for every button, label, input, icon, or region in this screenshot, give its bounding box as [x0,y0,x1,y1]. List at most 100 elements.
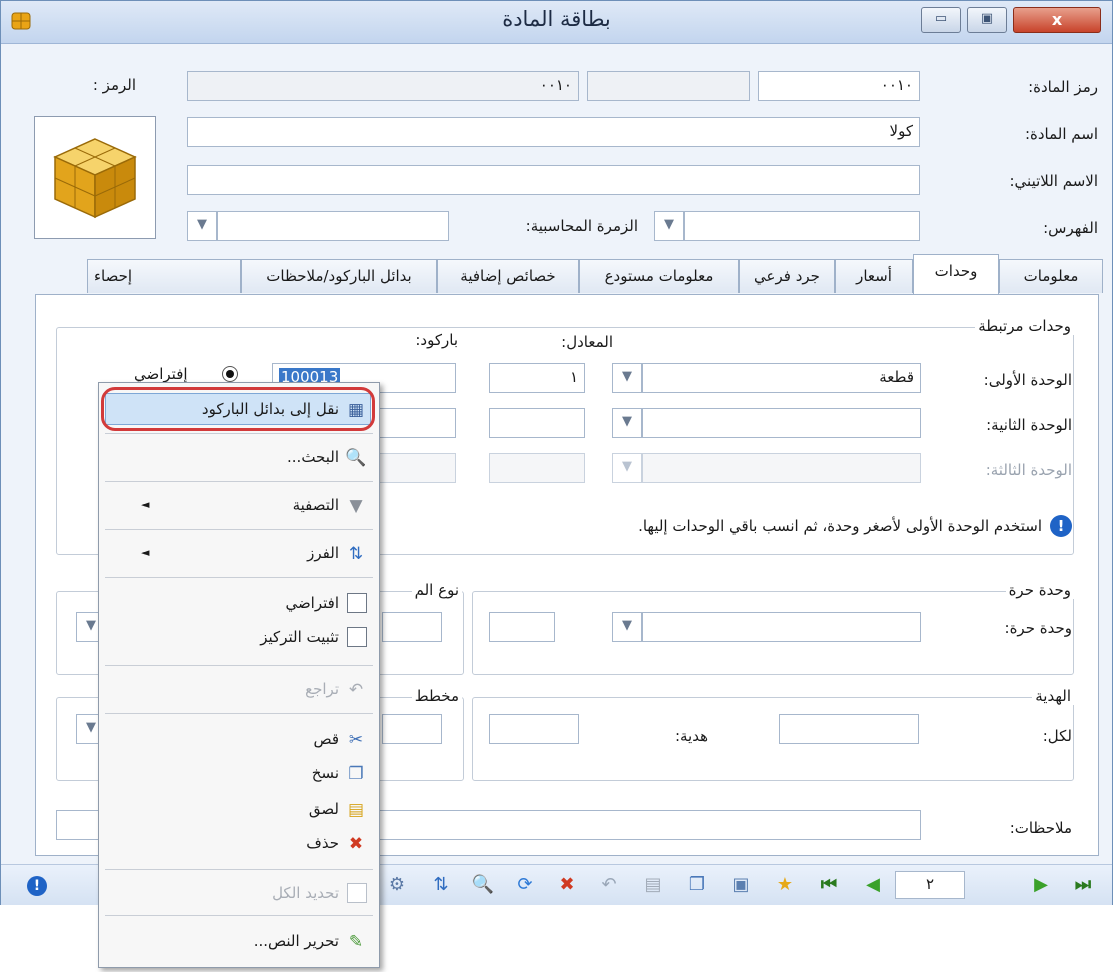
refresh-icon[interactable]: ⟳ [513,873,537,897]
menu-item-label: حذف [306,834,339,852]
menu-item-label: قص [313,730,339,748]
menu-item-filter[interactable]: ▼ التصفية ◄ [99,489,379,523]
close-icon: x [1051,10,1063,29]
last-record-icon[interactable]: ⏭ [1071,873,1095,897]
scissors-icon: ✂ [348,730,364,750]
notes-label: ملاحظات: [1009,819,1072,837]
undo-icon[interactable]: ↶ [597,873,621,897]
unit1-dropdown-button[interactable]: ▼ [612,363,642,393]
undo-icon: ↶ [348,680,364,700]
tab-prices[interactable]: أسعار [835,259,913,293]
menu-item-label: لصق [308,800,339,818]
sort-icon[interactable]: ⇅ [429,873,453,897]
menu-item-label: نسخ [311,764,339,782]
chevron-down-icon: ▼ [622,618,632,633]
code-label: رمز المادة: [1028,78,1098,96]
free-unit-label: وحدة حرة: [1004,619,1072,637]
symbol-label: الرمز : [92,76,136,94]
menu-item-move-to-barcode[interactable]: ▦ نقل إلى بدائل الباركود [99,387,379,431]
menu-separator [105,713,373,714]
index-label: الفهرس: [1043,219,1098,237]
copy-icon[interactable]: ❐ [685,873,709,897]
copy-icon: ❐ [348,764,364,784]
plan-field[interactable] [382,714,442,744]
free-unit-dropdown-button[interactable]: ▼ [612,612,642,642]
menu-item-label: تثبيت التركيز [260,628,339,646]
maximize-button[interactable]: ▣ [967,7,1007,33]
minimize-button[interactable]: ▭ [921,7,961,33]
code-secondary-field[interactable] [587,71,750,101]
edit-text-icon: ✎ [348,932,364,952]
free-unit-title: وحدة حرة [1005,581,1074,599]
tab-warehouse-info[interactable]: معلومات مستودع [579,259,739,293]
title-bar: بطاقة المادة ▭ ▣ x [1,1,1112,44]
gift-per-field[interactable] [779,714,919,744]
radio-dot [226,370,234,378]
menu-item-fix-focus[interactable]: تثبيت التركيز [99,621,379,655]
gift-field[interactable] [489,714,579,744]
unit1-equiv-field[interactable]: ١ [489,363,585,393]
account-group-field[interactable] [217,211,449,241]
menu-item-label: تراجع [305,680,339,698]
equiv-header: المعادل: [561,333,613,351]
menu-item-default[interactable]: افتراضي [99,587,379,621]
tab-barcode-alternatives[interactable]: بدائل الباركود/ملاحظات [241,259,437,293]
search-icon[interactable]: 🔍 [471,873,495,897]
first-record-icon[interactable]: ⏮ [817,873,841,897]
menu-item-cut[interactable]: ✂ قص [99,723,379,757]
name-field[interactable]: كولا [187,117,920,147]
info-icon: ! [1050,515,1072,537]
menu-item-paste[interactable]: ▤ لصق [99,793,379,827]
unit2-label: الوحدة الثانية: [986,416,1072,434]
status-info-icon[interactable]: ! [25,873,49,897]
code-field[interactable]: ٠٠١٠ [758,71,920,101]
favorite-star-icon[interactable]: ★ [773,873,797,897]
code2-field[interactable]: ٠٠١٠ [187,71,579,101]
free-unit-qty-field[interactable] [489,612,555,642]
menu-item-delete[interactable]: ✖ حذف [99,827,379,861]
tab-info[interactable]: معلومات [999,259,1103,293]
unit3-equiv-field [489,453,585,483]
save-icon[interactable]: ▣ [729,873,753,897]
unit3-label: الوحدة الثالثة: [985,461,1072,479]
menu-item-search[interactable]: 🔍 البحث... [99,441,379,475]
settings-gear-icon[interactable]: ⚙ [385,873,409,897]
account-group-dropdown-button[interactable]: ▼ [187,211,217,241]
unit1-label: الوحدة الأولى: [983,371,1072,389]
index-field[interactable] [684,211,920,241]
latin-name-field[interactable] [187,165,920,195]
previous-record-icon[interactable]: ◀ [861,873,885,897]
name-label: اسم المادة: [1024,125,1098,143]
maximize-icon: ▣ [980,11,994,26]
free-unit-field[interactable] [642,612,921,642]
type-group-title: نوع الم [411,581,462,599]
item-image[interactable] [34,116,156,239]
tab-statistics[interactable]: إحصاء [87,259,241,293]
barcode-header: باركود: [415,331,458,349]
plan-group-title: مخطط [411,687,462,705]
page-number-field[interactable]: ٢ [895,871,965,899]
tab-sub-inventory[interactable]: جرد فرعي [739,259,835,293]
fix-focus-checkbox[interactable] [347,627,367,647]
type-field[interactable] [382,612,442,642]
next-record-icon[interactable]: ▶ [1029,873,1053,897]
tab-extra-properties[interactable]: خصائص إضافية [437,259,579,293]
menu-item-copy[interactable]: ❐ نسخ [99,757,379,791]
menu-separator [105,481,373,482]
unit1-field[interactable]: قطعة [642,363,921,393]
menu-item-sort[interactable]: ⇅ الفرز ◄ [99,537,379,571]
close-button[interactable]: x [1013,7,1101,33]
paste-icon[interactable]: ▤ [641,873,665,897]
unit2-field[interactable] [642,408,921,438]
default-radio[interactable] [222,366,238,382]
menu-item-edit-text[interactable]: ✎ تحرير النص... [99,925,379,959]
default-label: إفتراضي [134,365,188,383]
tab-units[interactable]: وحدات [913,254,999,295]
unit2-equiv-field[interactable] [489,408,585,438]
index-dropdown-button[interactable]: ▼ [654,211,684,241]
delete-icon[interactable]: ✖ [555,873,579,897]
unit2-dropdown-button[interactable]: ▼ [612,408,642,438]
default-checkbox[interactable] [347,593,367,613]
gift-title: الهدية [1032,687,1074,705]
chevron-down-icon: ▼ [622,459,632,474]
